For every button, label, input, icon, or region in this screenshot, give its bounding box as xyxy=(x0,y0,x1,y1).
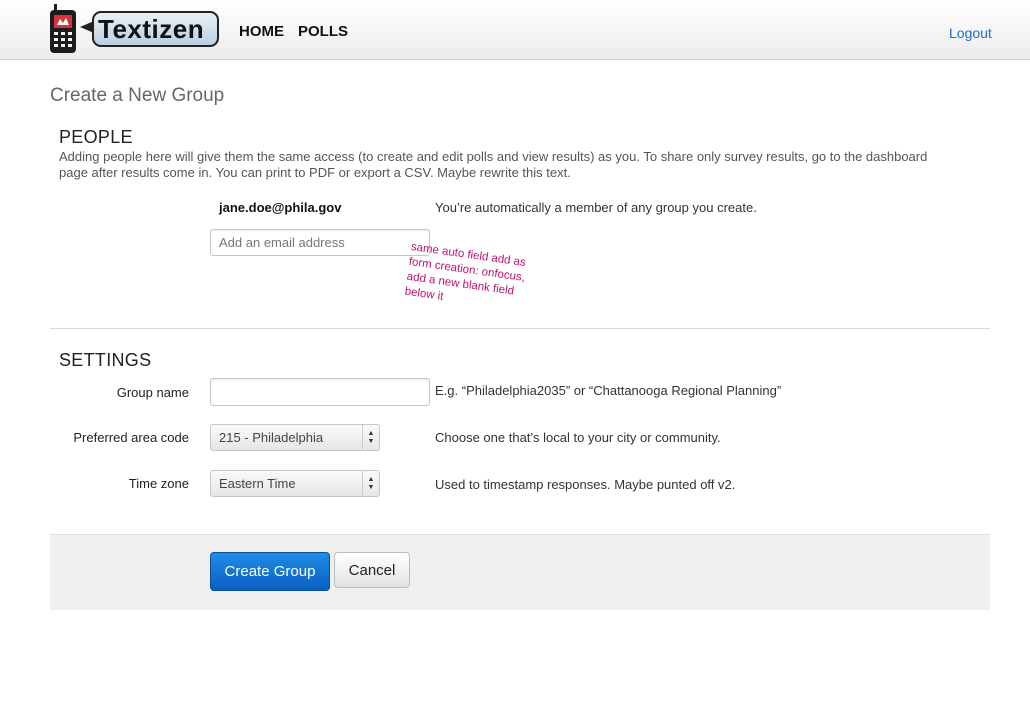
timezone-selected-value: Eastern Time xyxy=(219,476,296,491)
current-user-help: You’re automatically a member of any gro… xyxy=(435,200,757,215)
logout-link[interactable]: Logout xyxy=(949,25,992,41)
nav-home-link[interactable]: HOME xyxy=(239,23,284,40)
timezone-label: Time zone xyxy=(128,476,189,491)
form-actions-bar xyxy=(50,534,990,610)
top-navbar: Textizen HOME POLLS Logout xyxy=(0,0,1030,60)
add-email-input[interactable] xyxy=(210,229,430,256)
timezone-help: Used to timestamp responses. Maybe punte… xyxy=(435,477,736,492)
group-name-help: E.g. “Philadelphia2035” or “Chattanooga … xyxy=(435,383,782,398)
select-arrows-icon: ▲ ▼ xyxy=(362,471,379,496)
group-name-input[interactable] xyxy=(210,378,430,406)
create-group-button[interactable]: Create Group xyxy=(210,552,330,591)
nav-polls-link[interactable]: POLLS xyxy=(298,23,348,40)
area-code-help: Choose one that’s local to your city or … xyxy=(435,430,721,445)
cancel-button[interactable]: Cancel xyxy=(334,552,410,588)
area-code-selected-value: 215 - Philadelphia xyxy=(219,430,324,445)
area-code-label: Preferred area code xyxy=(73,430,189,445)
people-intro-text: Adding people here will give them the sa… xyxy=(59,149,928,180)
settings-heading: SETTINGS xyxy=(59,350,152,370)
design-annotation: same auto field add as form creation: on… xyxy=(403,240,527,303)
phone-icon xyxy=(50,4,76,53)
people-heading: PEOPLE xyxy=(59,127,133,147)
current-user-email: jane.doe@phila.gov xyxy=(219,200,342,215)
brand-logo[interactable]: Textizen xyxy=(98,12,204,46)
area-code-select[interactable]: 215 - Philadelphia ▲ ▼ xyxy=(210,424,380,451)
section-divider xyxy=(50,328,990,329)
timezone-select[interactable]: Eastern Time ▲ ▼ xyxy=(210,470,380,497)
page-title: Create a New Group xyxy=(50,85,225,106)
select-arrows-icon: ▲ ▼ xyxy=(362,425,379,450)
group-name-label: Group name xyxy=(116,385,189,400)
